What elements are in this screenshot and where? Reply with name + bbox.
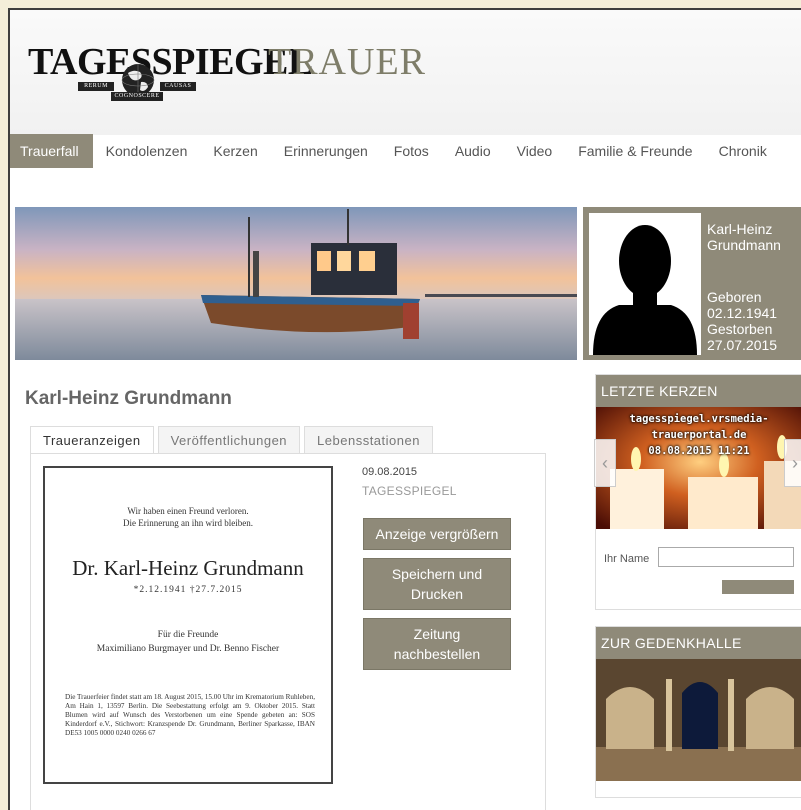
memorial-hall-image[interactable] [596,659,801,781]
tab-traueranzeigen[interactable]: Traueranzeigen [30,426,154,454]
save-print-button[interactable]: Speichern und Drucken [363,558,511,610]
notice-friends-line2: Maximiliano Burgmayer und Dr. Benno Fisc… [96,644,280,654]
latest-candles-title: LETZTE KERZEN [596,375,801,407]
hero-boat-image [15,207,577,360]
page-title: Karl-Heinz Grundmann [25,388,232,409]
candle-caption-line2: trauerportal.de [651,429,747,441]
profile-name-line2: Grundmann [707,237,781,253]
carousel-prev-icon[interactable]: ‹ [594,439,616,487]
died-date: 27.07.2015 [707,337,778,353]
nav-tab-kondolenzen[interactable]: Kondolenzen [93,134,201,168]
main-nav: Trauerfall Kondolenzen Kerzen Erinnerung… [10,134,801,168]
tab-veroeffentlichungen[interactable]: Veröffentlichungen [157,426,301,454]
nav-tab-familie-freunde[interactable]: Familie & Freunde [565,134,705,168]
died-label: Gestorben [707,321,773,337]
reorder-newspaper-button[interactable]: Zeitung nachbestellen [363,618,511,670]
candle-caption: tagesspiegel.vrsmedia- trauerportal.de 0… [596,411,801,459]
profile-name: Karl-Heinz Grundmann [707,221,799,253]
notice-lead-line1: Wir haben einen Freund verloren. [127,506,249,516]
site-header: TAGESSPIEGEL RERUM CAUSAS COGNOSCERE TRA… [10,10,801,135]
nav-tab-fotos[interactable]: Fotos [381,134,442,168]
nav-tab-chronik[interactable]: Chronik [706,134,780,168]
publication-paper: TAGESSPIEGEL [362,484,457,498]
notice-lead: Wir haben einen Freund verloren. Die Eri… [45,505,331,529]
notice-body: Die Trauerfeier findet statt am 18. Augu… [65,693,315,737]
notice-dates: *2.12.1941 †27.7.2015 [133,585,243,595]
silhouette-avatar-icon [589,213,701,355]
notice-name: Dr. Karl-Heinz Grundmann [72,556,304,580]
profile-name-line1: Karl-Heinz [707,221,773,237]
obituary-notice[interactable]: Wir haben einen Freund verloren. Die Eri… [43,466,333,784]
profile-box: Karl-Heinz Grundmann Geboren 02.12.1941 … [583,207,801,360]
born-label: Geboren [707,289,762,305]
latest-candles-widget: LETZTE KERZEN tagesspiegel.vrsmedia- tra… [594,374,801,610]
content-tabs: Traueranzeigen Veröffentlichungen Lebens… [30,426,437,454]
profile-dates: Geboren 02.12.1941 Gestorben 27.07.2015 [707,289,777,353]
nav-tab-trauerfall[interactable]: Trauerfall [10,134,93,168]
enlarge-notice-button[interactable]: Anzeige vergrößern [363,518,511,550]
tab-lebensstationen[interactable]: Lebensstationen [304,426,433,454]
nav-tab-erinnerungen[interactable]: Erinnerungen [271,134,381,168]
memorial-hall-title[interactable]: ZUR GEDENKHALLE [596,627,801,659]
notice-friends-line1: Für die Freunde [157,630,219,640]
memorial-hall-widget: ZUR GEDENKHALLE [595,626,801,798]
logo-trauer[interactable]: TRAUER [268,40,426,84]
publication-date: 09.08.2015 [362,466,418,478]
nav-tab-audio[interactable]: Audio [442,134,504,168]
name-input[interactable] [658,547,794,567]
candle-caption-line3: 08.08.2015 11:21 [648,445,750,457]
nav-tab-video[interactable]: Video [504,134,566,168]
notice-friends: Für die Freunde Maximiliano Burgmayer un… [45,628,331,656]
browser-frame: TAGESSPIEGEL RERUM CAUSAS COGNOSCERE TRA… [8,8,801,810]
submit-candle-button[interactable] [722,580,794,594]
notice-lead-line2: Die Erinnerung an ihn wird bleiben. [123,518,253,528]
nav-tab-kerzen[interactable]: Kerzen [200,134,270,168]
name-label: Ihr Name [604,553,650,565]
candle-caption-line1: tagesspiegel.vrsmedia- [629,413,769,425]
logo-banner-right: CAUSAS [160,82,196,91]
logo-banner-left: RERUM [78,82,114,91]
born-date: 02.12.1941 [707,305,778,321]
logo-banner-bottom: COGNOSCERE [111,92,163,101]
carousel-next-icon[interactable]: › [784,439,801,487]
